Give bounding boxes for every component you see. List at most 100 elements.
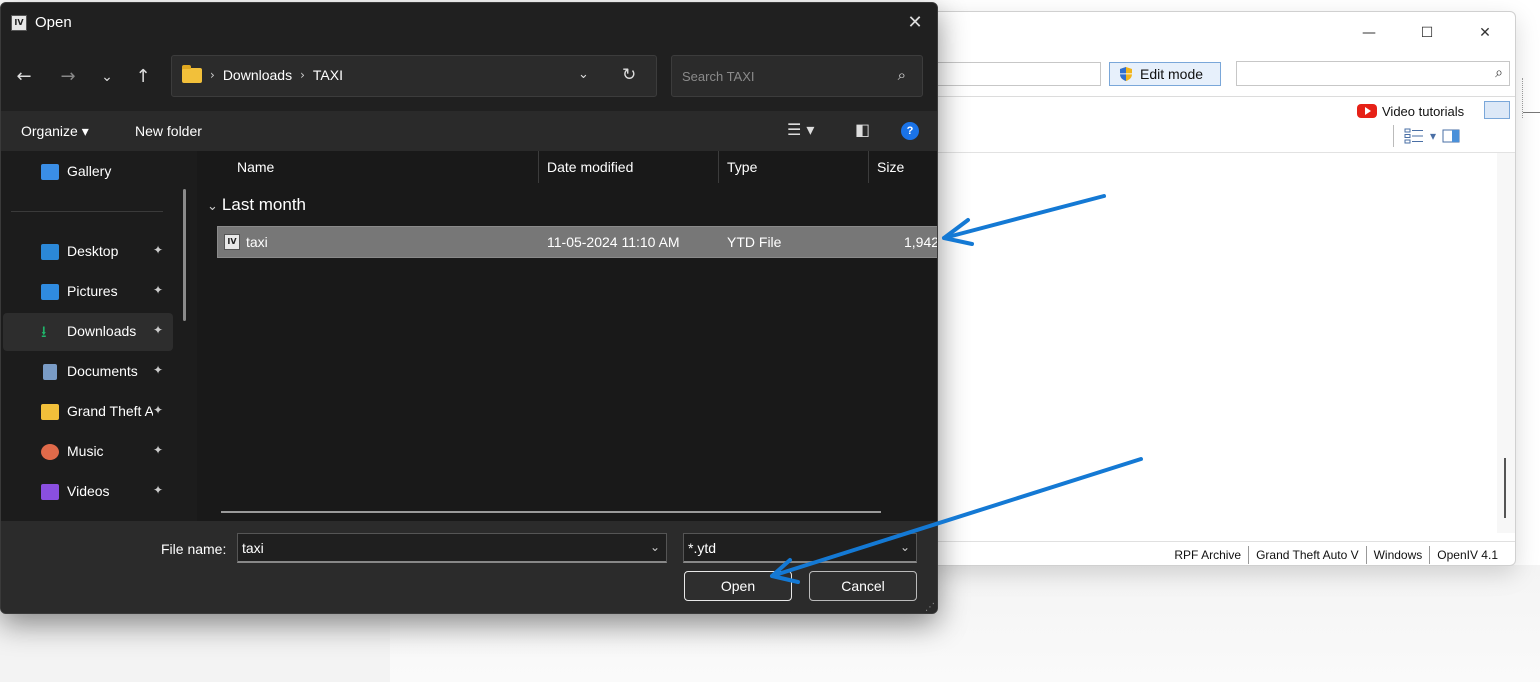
sidebar-item-label: Desktop (67, 243, 119, 259)
video-tutorials-link[interactable]: Video tutorials (1357, 102, 1464, 120)
view-menu-icon[interactable]: ☰ ▾ (787, 120, 814, 139)
preview-pane-icon[interactable]: ◧ (855, 120, 870, 139)
up-button[interactable]: ↑ (130, 65, 156, 89)
back-button[interactable]: ← (11, 65, 37, 89)
pictures-icon (41, 284, 59, 300)
search-placeholder: Search TAXI (682, 69, 755, 84)
column-header-name[interactable]: Name (237, 159, 274, 175)
open-button[interactable]: Open (684, 571, 792, 601)
sidebar-item-videos[interactable]: Videos ✦ (3, 473, 173, 511)
scrollbar[interactable] (1497, 153, 1515, 533)
sidebar-scrollbar[interactable] (183, 189, 186, 321)
pin-icon[interactable]: ✦ (153, 243, 163, 257)
file-type-filter[interactable]: *.ytd ⌄ (683, 533, 917, 563)
divider (931, 96, 1515, 97)
video-tutorials-label: Video tutorials (1382, 103, 1465, 119)
organize-menu[interactable]: Organize ▾ (21, 123, 89, 140)
openiv-search-input[interactable]: ⌕ (1236, 61, 1510, 86)
openiv-address-bar[interactable] (931, 62, 1101, 86)
resize-grip-icon[interactable]: ⋰ (925, 602, 935, 613)
file-type: YTD File (727, 234, 782, 250)
status-version: OpenIV 4.1 (1429, 545, 1505, 564)
sidebar-item-desktop[interactable]: Desktop ✦ (3, 233, 173, 271)
panel-toggle-button[interactable] (1484, 101, 1510, 119)
edit-mode-button[interactable]: Edit mode (1109, 62, 1221, 86)
sidebar-item-label: Downloads (67, 323, 137, 339)
dialog-titlebar: IV Open ✕ (1, 3, 937, 43)
divider (931, 152, 1515, 153)
new-folder-button[interactable]: New folder (135, 123, 202, 139)
recent-locations-button[interactable]: ⌄ (94, 65, 120, 89)
sidebar-item-downloads[interactable]: ⭳ Downloads ✦ (3, 313, 173, 351)
status-game: Grand Theft Auto V (1248, 545, 1366, 564)
file-date: 11-05-2024 11:10 AM (547, 234, 680, 250)
preview-pane-icon[interactable] (1442, 129, 1460, 143)
divider (1393, 125, 1394, 147)
open-file-dialog: IV Open ✕ ← → ⌄ ↑ › Downloads › TAXI ⌄ ↻… (0, 2, 938, 614)
sidebar-item-pictures[interactable]: Pictures ✦ (3, 273, 173, 311)
breadcrumb: › Downloads › TAXI (210, 67, 343, 83)
file-type-filter-value: *.ytd (688, 540, 717, 556)
desktop-icon (41, 244, 59, 260)
cancel-button[interactable]: Cancel (809, 571, 917, 601)
sidebar-item-label: Grand Theft Auto V (67, 403, 153, 419)
sidebar-item-label: Documents (67, 363, 138, 379)
chevron-down-icon[interactable]: ⌄ (900, 540, 910, 554)
details-view-icon[interactable] (1404, 127, 1424, 145)
help-icon[interactable]: ? (901, 122, 919, 140)
group-header[interactable]: ⌄ Last month (207, 195, 306, 215)
minimize-button[interactable]: — (1349, 20, 1389, 46)
column-header-size[interactable]: Size (877, 159, 904, 175)
chevron-down-icon[interactable]: ⌄ (650, 540, 660, 554)
gallery-icon (41, 164, 59, 180)
close-window-button[interactable]: ✕ (1465, 20, 1505, 46)
youtube-icon (1357, 104, 1377, 118)
maximize-button[interactable]: ☐ (1407, 20, 1447, 46)
breadcrumb-taxi[interactable]: TAXI (313, 67, 343, 83)
column-header-date[interactable]: Date modified (547, 159, 633, 175)
openiv-file-icon: IV (224, 234, 240, 250)
search-icon: ⌕ (897, 66, 906, 84)
file-row-taxi[interactable]: IV taxi 11-05-2024 11:10 AM YTD File 1,9… (217, 226, 938, 258)
forward-button[interactable]: → (55, 65, 81, 89)
dialog-footer: File name: taxi ⌄ *.ytd ⌄ Open Cancel ⋰ (1, 521, 937, 613)
pin-icon[interactable]: ✦ (153, 403, 163, 417)
divider (11, 211, 163, 212)
pin-icon[interactable]: ✦ (153, 283, 163, 297)
chevron-down-icon[interactable]: ⌄ (578, 67, 589, 82)
breadcrumb-downloads[interactable]: Downloads (223, 67, 292, 83)
file-size: 1,942 (904, 234, 938, 250)
pin-icon[interactable]: ✦ (153, 323, 163, 337)
pin-icon[interactable]: ✦ (153, 443, 163, 457)
pin-icon[interactable]: ✦ (153, 363, 163, 377)
group-label: Last month (221, 195, 307, 214)
file-name-label: File name: (161, 541, 227, 557)
documents-icon (43, 364, 57, 380)
scrollbar-thumb[interactable] (1504, 458, 1506, 518)
folder-icon (41, 404, 59, 420)
search-input[interactable]: Search TAXI ⌕ (671, 55, 923, 97)
breadcrumb-separator: › (300, 68, 305, 82)
file-name-input[interactable]: taxi ⌄ (237, 533, 667, 563)
sidebar-item-music[interactable]: Music ✦ (3, 433, 173, 471)
sidebar-item-gta-v[interactable]: Grand Theft Auto V ✦ (3, 393, 173, 431)
sidebar-item-label: Gallery (67, 163, 112, 179)
address-bar[interactable]: › Downloads › TAXI ⌄ ↻ (171, 55, 657, 97)
sidebar-item-gallery[interactable]: Gallery (3, 153, 173, 191)
view-options: ▾ (1393, 125, 1460, 147)
status-bar: RPF Archive Grand Theft Auto V Windows O… (931, 541, 1515, 565)
column-separator[interactable] (538, 151, 539, 183)
edge-marker (1522, 78, 1540, 118)
pin-icon[interactable]: ✦ (153, 483, 163, 497)
horizontal-scrollbar[interactable] (221, 511, 881, 513)
refresh-icon[interactable]: ↻ (622, 65, 636, 85)
chevron-down-icon[interactable]: ▾ (1430, 129, 1436, 143)
column-separator[interactable] (868, 151, 869, 183)
sidebar-item-documents[interactable]: Documents ✦ (3, 353, 173, 391)
column-separator[interactable] (718, 151, 719, 183)
music-icon (41, 444, 59, 460)
close-dialog-button[interactable]: ✕ (903, 12, 927, 34)
file-name-value: taxi (242, 540, 264, 556)
column-header-type[interactable]: Type (727, 159, 757, 175)
chevron-down-icon: ⌄ (207, 199, 218, 214)
